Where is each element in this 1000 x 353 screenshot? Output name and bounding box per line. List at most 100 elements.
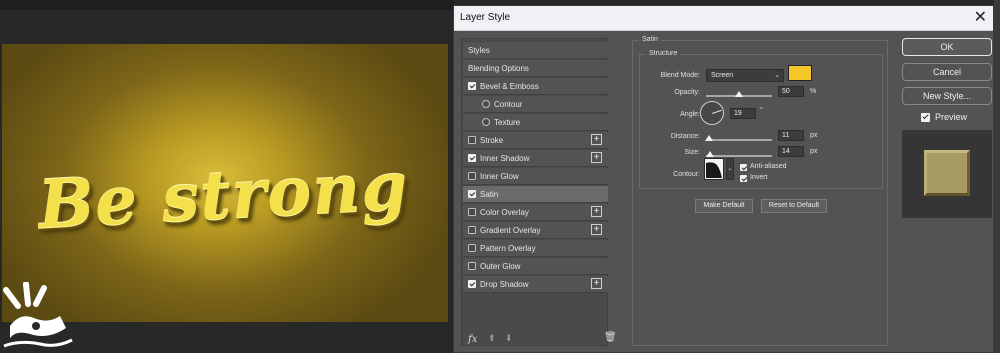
style-item-bevel-and-emboss[interactable]: Bevel & Emboss [463, 78, 608, 95]
contour-curve-icon [706, 162, 722, 178]
add-inner-shadow-icon[interactable]: + [591, 152, 602, 163]
add-color-overlay-icon[interactable]: + [591, 206, 602, 217]
style-preview-swatch [924, 150, 970, 196]
dialog-title: Layer Style [460, 12, 511, 23]
satin-color-swatch[interactable] [788, 65, 812, 81]
style-item-label: Inner Shadow [480, 154, 530, 163]
blend-mode-select[interactable]: Screen ⌄ [706, 69, 784, 82]
opacity-slider-thumb[interactable] [735, 91, 743, 97]
move-down-icon[interactable]: ⬇ [505, 333, 513, 344]
size-slider-thumb[interactable] [705, 151, 714, 157]
texture-checkbox[interactable] [482, 118, 490, 126]
style-item-label: Outer Glow [480, 262, 521, 271]
pattern-overlay-checkbox[interactable] [468, 244, 476, 252]
style-item-label: Satin [480, 190, 499, 199]
app-right-panel [994, 0, 1000, 353]
opacity-input[interactable]: 50 [778, 86, 804, 97]
style-item-contour[interactable]: Contour [463, 96, 608, 113]
distance-unit: px [810, 132, 818, 139]
add-drop-shadow-icon[interactable]: + [591, 278, 602, 289]
reset-default-button[interactable]: Reset to Default [761, 199, 827, 213]
style-item-label: Inner Glow [480, 172, 519, 181]
stroke-checkbox[interactable] [468, 136, 476, 144]
style-item-gradient-overlay[interactable]: Gradient Overlay + [463, 222, 608, 239]
structure-group: Structure Blend Mode: Screen ⌄ Opacity: … [639, 50, 883, 189]
distance-input[interactable]: 11 [778, 130, 804, 141]
anti-aliased-label: Anti-aliased [750, 163, 787, 170]
angle-label: Angle: [680, 111, 700, 118]
close-icon[interactable]: ✕ [974, 8, 987, 28]
contour-checkbox[interactable] [482, 100, 490, 108]
style-item-label: Pattern Overlay [480, 244, 536, 253]
style-item-styles[interactable]: Styles [463, 42, 608, 59]
document-canvas[interactable]: Be strong [2, 44, 448, 322]
trash-icon[interactable]: 🗑 [604, 332, 617, 343]
contour-dropdown[interactable]: ⌄ [726, 158, 734, 180]
watermark-logo-icon [3, 282, 73, 348]
add-gradient-overlay-icon[interactable]: + [591, 224, 602, 235]
invert-label: Invert [750, 174, 768, 181]
make-default-button[interactable]: Make Default [695, 199, 753, 213]
layer-style-dialog: Layer Style ✕ Styles Blending Options Beve… [453, 5, 994, 353]
structure-title: Structure [646, 50, 681, 57]
preview-label: Preview [935, 112, 968, 122]
outer-glow-checkbox[interactable] [468, 262, 476, 270]
style-item-label: Gradient Overlay [480, 226, 541, 235]
distance-slider-thumb[interactable] [705, 135, 714, 141]
app-root: Be strong Layer Style ✕ Styles Blending O… [0, 0, 1000, 353]
fx-icon[interactable]: fx [468, 334, 477, 345]
contour-preview[interactable] [704, 158, 724, 180]
style-item-label: Texture [494, 118, 521, 127]
style-item-blending-options[interactable]: Blending Options [463, 60, 608, 77]
style-item-drop-shadow[interactable]: Drop Shadow + [463, 276, 608, 293]
opacity-slider[interactable] [706, 91, 772, 97]
inner-shadow-checkbox[interactable] [468, 154, 476, 162]
style-item-inner-glow[interactable]: Inner Glow [463, 168, 608, 185]
satin-panel: Satin Structure Blend Mode: Screen ⌄ Opa… [632, 36, 888, 346]
style-item-label: Contour [494, 100, 523, 109]
inner-glow-checkbox[interactable] [468, 172, 476, 180]
blend-mode-value: Screen [711, 72, 734, 79]
artwork-text: Be strong [36, 146, 411, 244]
style-item-color-overlay[interactable]: Color Overlay + [463, 204, 608, 221]
gradient-overlay-checkbox[interactable] [468, 226, 476, 234]
anti-aliased-checkbox[interactable] [740, 164, 747, 171]
move-up-icon[interactable]: ⬆ [488, 333, 496, 344]
style-item-satin[interactable]: Satin [463, 186, 608, 203]
style-item-label: Bevel & Emboss [480, 82, 539, 91]
style-item-outer-glow[interactable]: Outer Glow [463, 258, 608, 275]
style-item-pattern-overlay[interactable]: Pattern Overlay [463, 240, 608, 257]
blend-mode-label: Blend Mode: [660, 72, 700, 79]
angle-input[interactable]: 19 [730, 108, 756, 119]
invert-checkbox[interactable] [740, 175, 747, 182]
size-slider[interactable] [705, 151, 772, 157]
style-item-label: Blending Options [468, 64, 529, 73]
styles-list: Styles Blending Options Bevel & Emboss Cont… [461, 38, 608, 346]
distance-slider[interactable] [705, 135, 772, 141]
satin-checkbox[interactable] [468, 190, 476, 198]
size-unit: px [810, 148, 818, 155]
new-style-button[interactable]: New Style... [902, 87, 992, 105]
bevel-and-emboss-checkbox[interactable] [468, 82, 476, 90]
cancel-button[interactable]: Cancel [902, 63, 992, 81]
distance-label: Distance: [670, 133, 700, 140]
size-input[interactable]: 14 [778, 146, 804, 157]
drop-shadow-checkbox[interactable] [468, 280, 476, 288]
add-stroke-icon[interactable]: + [591, 134, 602, 145]
style-item-texture[interactable]: Texture [463, 114, 608, 131]
ok-button[interactable]: OK [902, 38, 992, 56]
preview-checkbox[interactable] [921, 113, 930, 122]
style-item-label: Styles [468, 46, 490, 55]
color-overlay-checkbox[interactable] [468, 208, 476, 216]
style-item-stroke[interactable]: Stroke + [463, 132, 608, 149]
angle-dial[interactable] [700, 101, 724, 125]
style-preview [902, 130, 992, 218]
dialog-titlebar[interactable]: Layer Style ✕ [454, 6, 993, 31]
style-item-label: Drop Shadow [480, 280, 529, 289]
satin-section-title: Satin [639, 36, 661, 43]
style-item-inner-shadow[interactable]: Inner Shadow + [463, 150, 608, 167]
app-top-bar [0, 0, 454, 10]
opacity-label: Opacity: [674, 89, 700, 96]
size-label: Size: [684, 149, 700, 156]
angle-unit: ° [760, 107, 763, 114]
